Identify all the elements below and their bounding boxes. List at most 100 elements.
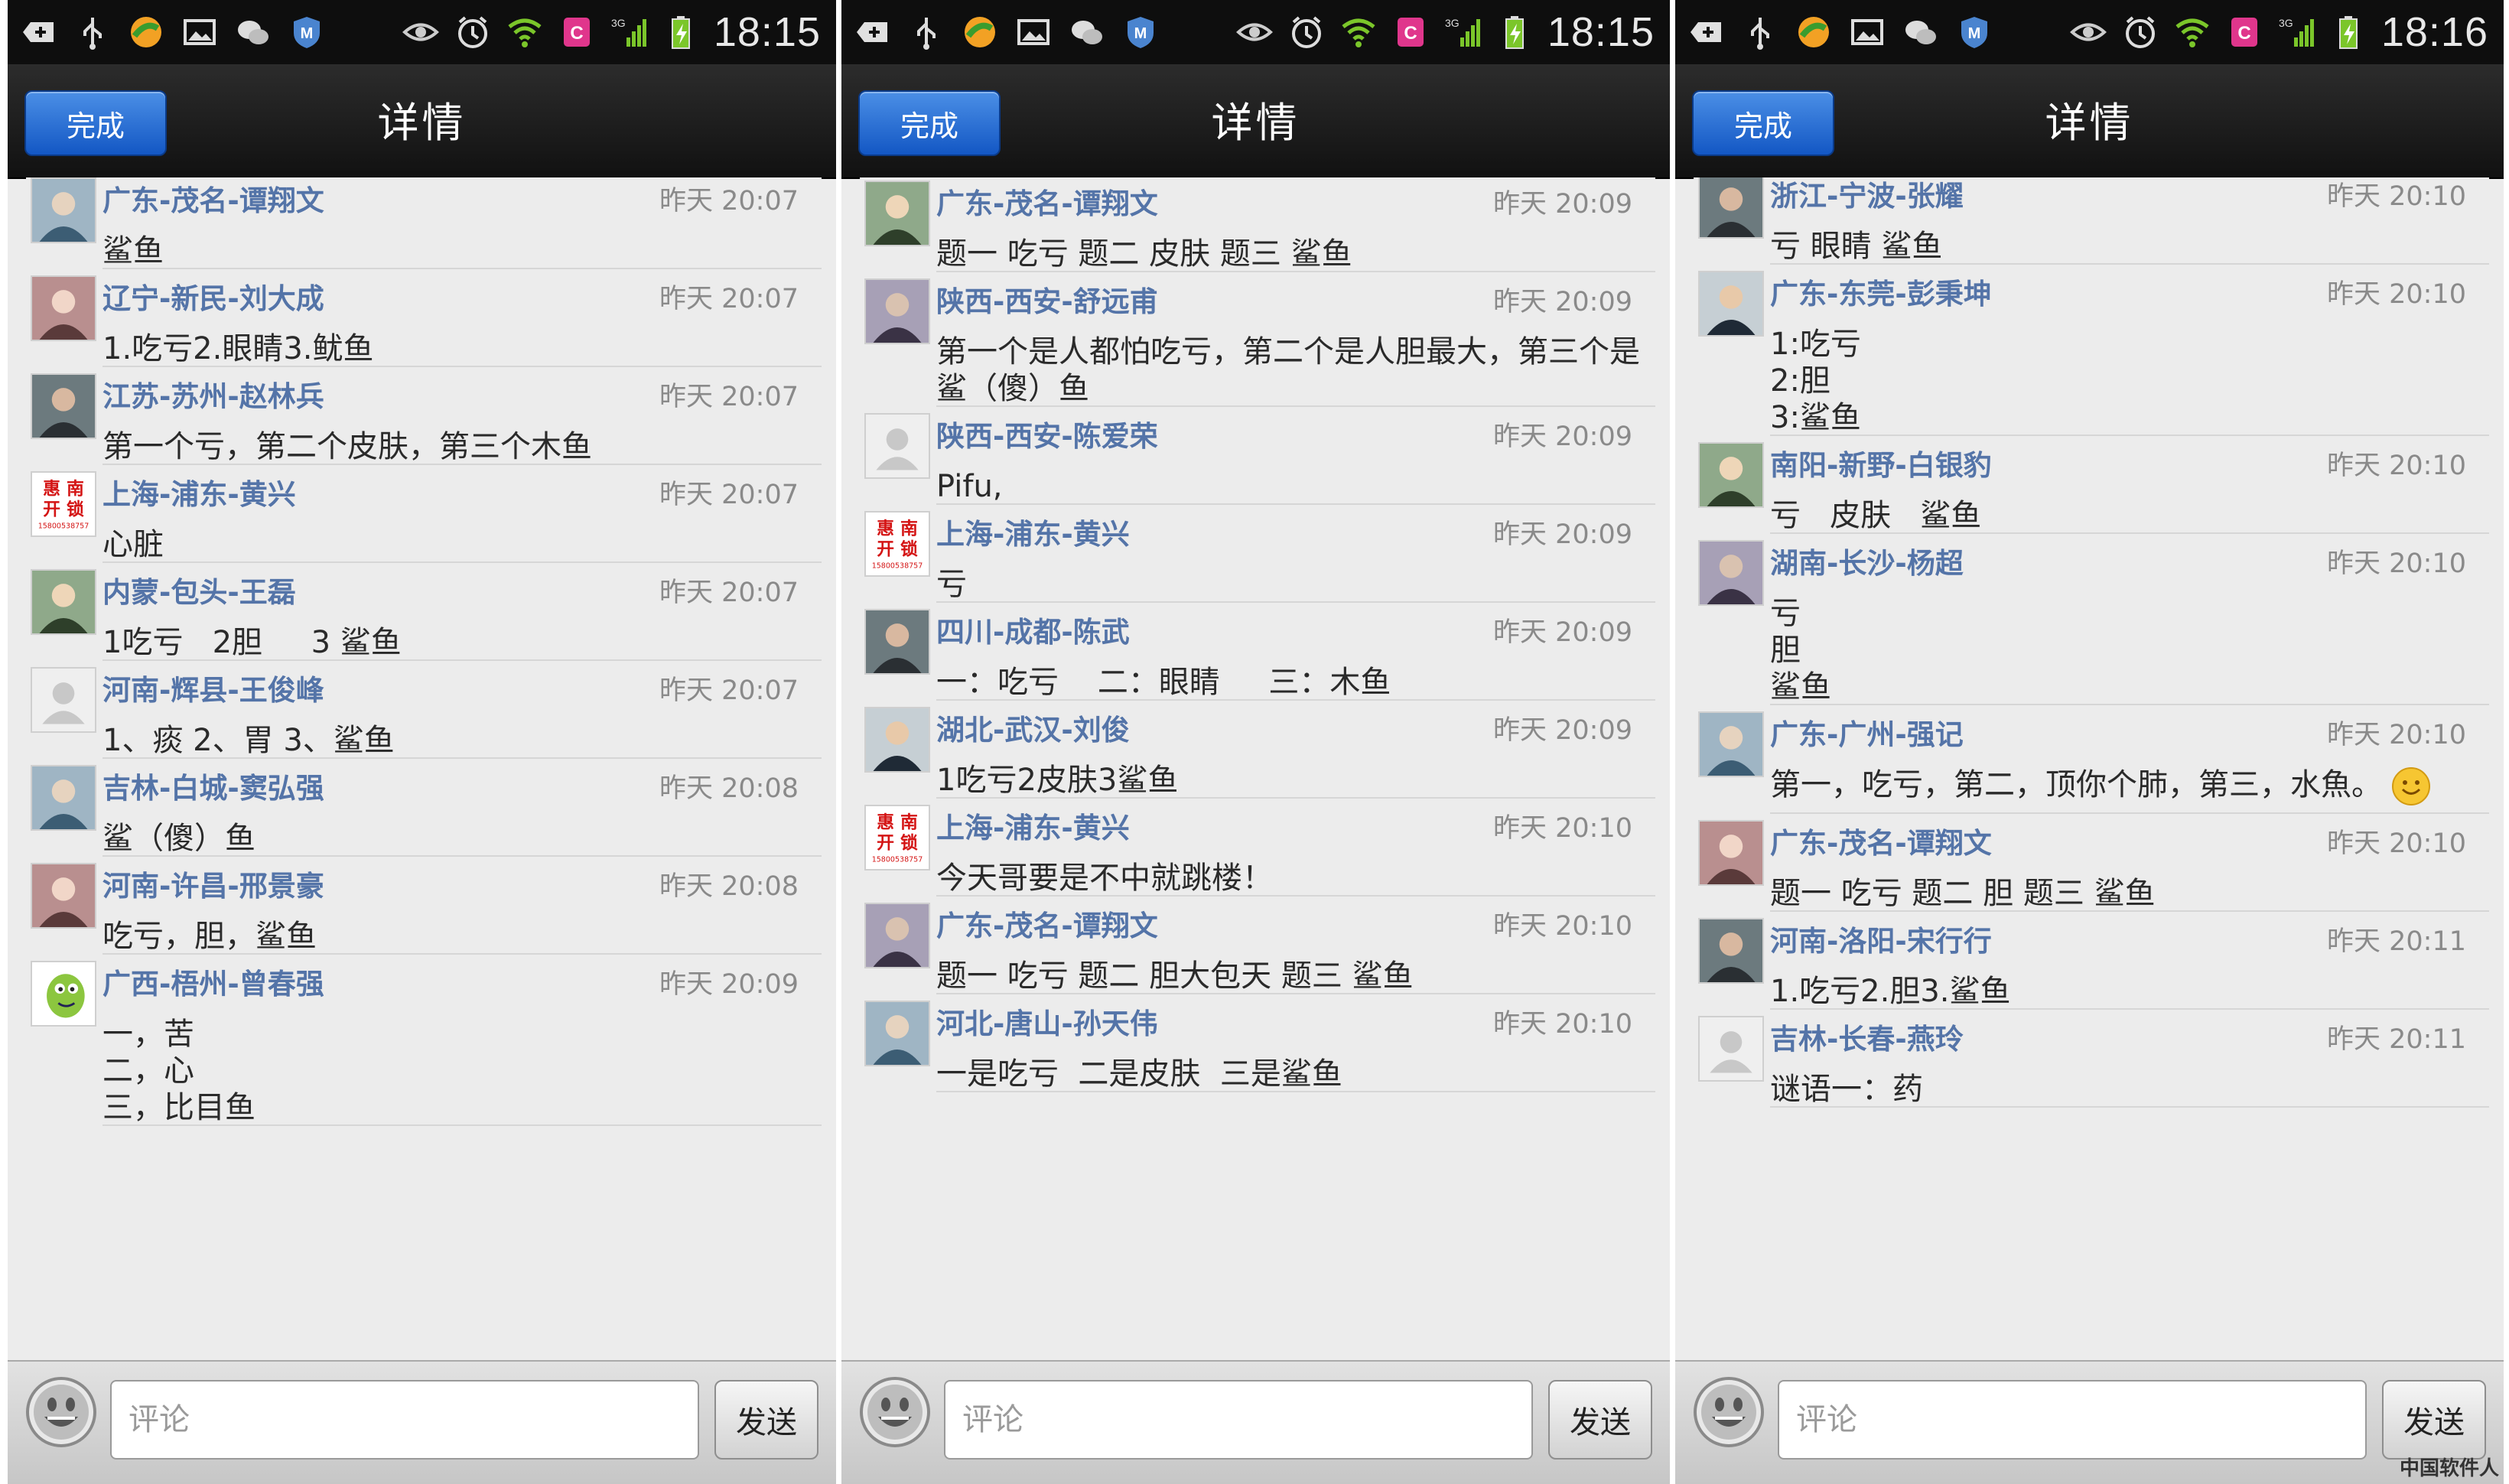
shield-m-icon: M bbox=[1121, 13, 1160, 51]
app-c-icon: C bbox=[2225, 13, 2263, 51]
user-avatar[interactable] bbox=[1698, 711, 1764, 777]
user-avatar[interactable] bbox=[1698, 540, 1764, 606]
phone-screen-3: M C 3G 18:16 完成 详情 浙江-宁波-张耀 昨天 20:10 亏 眼睛 鲨鱼… bbox=[1675, 0, 2504, 1484]
comment-item[interactable]: 惠 南开 锁 15800538757 上海-浦东-黄兴 昨天 20:07 心脏 bbox=[26, 465, 822, 563]
send-button[interactable]: 发送 bbox=[714, 1380, 818, 1460]
comment-item[interactable]: 吉林-长春-燕玲 昨天 20:11 谜语一：药 bbox=[1694, 1010, 2489, 1108]
comment-input[interactable] bbox=[110, 1380, 699, 1460]
user-avatar[interactable]: 惠 南开 锁 15800538757 bbox=[864, 511, 930, 577]
comment-author[interactable]: 陕西-西安-舒远甫 bbox=[936, 278, 1158, 320]
user-avatar[interactable]: 惠 南开 锁 15800538757 bbox=[31, 471, 96, 537]
user-avatar[interactable] bbox=[864, 1001, 930, 1066]
comment-item[interactable]: 河北-唐山-孙天伟 昨天 20:10 一是吃亏 二是皮肤 三是鲨鱼 bbox=[860, 994, 1655, 1092]
comment-item[interactable]: 四川-成都-陈武 昨天 20:09 一：吃亏 二：眼睛 三：木鱼 bbox=[860, 603, 1655, 701]
comment-item[interactable]: 河南-辉县-王俊峰 昨天 20:07 1、痰 2、胃 3、鲨鱼 bbox=[26, 661, 822, 759]
user-avatar[interactable] bbox=[31, 177, 96, 243]
user-avatar[interactable] bbox=[31, 569, 96, 635]
emoji-face-icon[interactable] bbox=[1692, 1375, 1765, 1449]
comment-item[interactable]: 惠 南开 锁 15800538757 上海-浦东-黄兴 昨天 20:10 今天哥要是不中… bbox=[860, 799, 1655, 897]
user-avatar[interactable] bbox=[31, 373, 96, 439]
comment-input[interactable] bbox=[1778, 1380, 2367, 1460]
emoji-face-icon[interactable] bbox=[24, 1375, 98, 1449]
user-avatar[interactable] bbox=[31, 667, 96, 733]
comment-item[interactable]: 湖南-长沙-杨超 昨天 20:10 亏 胆 鲨鱼 bbox=[1694, 534, 2489, 705]
comment-item[interactable]: 吉林-白城-窦弘强 昨天 20:08 鲨（傻）鱼 bbox=[26, 759, 822, 857]
comment-author[interactable]: 广东-茂名-谭翔文 bbox=[103, 177, 324, 219]
comment-author[interactable]: 浙江-宁波-张耀 bbox=[1770, 177, 1964, 214]
user-avatar[interactable] bbox=[864, 278, 930, 344]
comment-author[interactable]: 河南-洛阳-宋行行 bbox=[1770, 918, 1992, 959]
comment-item[interactable]: 南阳-新野-白银豹 昨天 20:10 亏 皮肤 鲨鱼 bbox=[1694, 436, 2489, 534]
comment-author[interactable]: 吉林-白城-窦弘强 bbox=[103, 765, 324, 806]
user-avatar[interactable] bbox=[864, 609, 930, 675]
user-avatar[interactable] bbox=[864, 707, 930, 773]
user-avatar[interactable] bbox=[1698, 442, 1764, 508]
user-avatar[interactable] bbox=[31, 961, 96, 1027]
comment-text: 亏 bbox=[936, 566, 1645, 603]
signal-3g-icon: 3G bbox=[1443, 13, 1482, 51]
comment-list[interactable]: 广东-茂名-谭翔文 昨天 20:09 题一 吃亏 题二 皮肤 题三 鲨鱼 陕西-西安-… bbox=[860, 177, 1655, 1360]
comment-item[interactable]: 惠 南开 锁 15800538757 上海-浦东-黄兴 昨天 20:09 亏 bbox=[860, 505, 1655, 603]
comment-input[interactable] bbox=[944, 1380, 1533, 1460]
comment-item[interactable]: 广东-茂名-谭翔文 昨天 20:07 鲨鱼 bbox=[26, 177, 822, 269]
comment-item[interactable]: 陕西-西安-陈爱荣 昨天 20:09 Pifu, bbox=[860, 407, 1655, 505]
comment-text: 鲨（傻）鱼 bbox=[103, 820, 811, 857]
comment-item[interactable]: 内蒙-包头-王磊 昨天 20:07 1吃亏 2胆 3 鲨鱼 bbox=[26, 563, 822, 661]
comment-text-content: 亏 bbox=[936, 567, 967, 602]
user-avatar[interactable] bbox=[1698, 177, 1764, 239]
send-button[interactable]: 发送 bbox=[1548, 1380, 1652, 1460]
comment-author[interactable]: 辽宁-新民-刘大成 bbox=[103, 275, 324, 317]
comment-item[interactable]: 江苏-苏州-赵林兵 昨天 20:07 第一个亏，第二个皮肤，第三个木鱼 bbox=[26, 367, 822, 465]
user-avatar[interactable] bbox=[31, 765, 96, 831]
comment-author[interactable]: 吉林-长春-燕玲 bbox=[1770, 1016, 1964, 1057]
user-avatar[interactable] bbox=[31, 275, 96, 341]
comment-author[interactable]: 河南-辉县-王俊峰 bbox=[103, 667, 324, 708]
user-avatar[interactable] bbox=[1698, 271, 1764, 337]
comment-list[interactable]: 广东-茂名-谭翔文 昨天 20:07 鲨鱼 辽宁-新民-刘大成 昨天 20:07 1.吃亏… bbox=[26, 177, 822, 1360]
comment-author[interactable]: 广西-梧州-曾春强 bbox=[103, 961, 324, 1002]
comment-author[interactable]: 湖南-长沙-杨超 bbox=[1770, 540, 1964, 581]
comment-item[interactable]: 湖北-武汉-刘俊 昨天 20:09 1吃亏2皮肤3鲨鱼 bbox=[860, 701, 1655, 799]
comment-author[interactable]: 上海-浦东-黄兴 bbox=[936, 805, 1130, 846]
comment-item[interactable]: 广东-广州-强记 昨天 20:10 第一，吃亏，第二，顶你个肺，第三，水魚。 bbox=[1694, 705, 2489, 814]
comment-item[interactable]: 广东-茂名-谭翔文 昨天 20:09 题一 吃亏 题二 皮肤 题三 鲨鱼 bbox=[860, 177, 1655, 272]
comment-author[interactable]: 广东-茂名-谭翔文 bbox=[936, 903, 1158, 944]
comment-author[interactable]: 河南-许昌-邢景豪 bbox=[103, 863, 324, 904]
user-avatar[interactable] bbox=[864, 903, 930, 968]
comment-item[interactable]: 广西-梧州-曾春强 昨天 20:09 一，苦 二，心 三，比目鱼 bbox=[26, 955, 822, 1126]
comment-item[interactable]: 河南-洛阳-宋行行 昨天 20:11 1.吃亏2.胆3.鲨鱼 bbox=[1694, 912, 2489, 1010]
comment-author[interactable]: 广东-东莞-彭秉坤 bbox=[1770, 271, 1992, 312]
comment-item[interactable]: 广东-茂名-谭翔文 昨天 20:10 题一 吃亏 题二 胆大包天 题三 鲨鱼 bbox=[860, 897, 1655, 994]
comment-item[interactable]: 河南-许昌-邢景豪 昨天 20:08 吃亏，胆，鲨鱼 bbox=[26, 857, 822, 955]
user-avatar[interactable] bbox=[1698, 820, 1764, 886]
comment-item[interactable]: 陕西-西安-舒远甫 昨天 20:09 第一个是人都怕吃亏，第二个是人胆最大，第三个是… bbox=[860, 272, 1655, 407]
user-avatar[interactable] bbox=[1698, 918, 1764, 984]
comment-author[interactable]: 四川-成都-陈武 bbox=[936, 609, 1130, 650]
send-button[interactable]: 发送 bbox=[2382, 1380, 2486, 1460]
comment-author[interactable]: 广东-广州-强记 bbox=[1770, 711, 1964, 753]
comment-item[interactable]: 辽宁-新民-刘大成 昨天 20:07 1.吃亏2.眼睛3.鱿鱼 bbox=[26, 269, 822, 367]
user-avatar[interactable] bbox=[864, 181, 930, 246]
comment-item[interactable]: 广东-茂名-谭翔文 昨天 20:10 题一 吃亏 题二 胆 题三 鲨鱼 bbox=[1694, 814, 2489, 912]
comment-author[interactable]: 广东-茂名-谭翔文 bbox=[1770, 820, 1992, 861]
emoji-face-icon[interactable] bbox=[858, 1375, 932, 1449]
comment-author[interactable]: 上海-浦东-黄兴 bbox=[103, 471, 296, 513]
comment-author[interactable]: 湖北-武汉-刘俊 bbox=[936, 707, 1130, 748]
user-avatar[interactable] bbox=[31, 863, 96, 929]
comment-item[interactable]: 广东-东莞-彭秉坤 昨天 20:10 1:吃亏 2:胆 3:鲨鱼 bbox=[1694, 265, 2489, 436]
comment-author[interactable]: 河北-唐山-孙天伟 bbox=[936, 1001, 1158, 1042]
comment-author[interactable]: 上海-浦东-黄兴 bbox=[936, 511, 1130, 552]
comment-author[interactable]: 江苏-苏州-赵林兵 bbox=[103, 373, 324, 415]
comment-author[interactable]: 南阳-新野-白银豹 bbox=[1770, 442, 1992, 483]
comment-time: 昨天 20:08 bbox=[659, 871, 799, 902]
comment-list[interactable]: 浙江-宁波-张耀 昨天 20:10 亏 眼睛 鲨鱼 广东-东莞-彭秉坤 昨天 20:10… bbox=[1694, 177, 2489, 1360]
comment-author[interactable]: 内蒙-包头-王磊 bbox=[103, 569, 296, 610]
comment-text-content: 亏 皮肤 鲨鱼 bbox=[1770, 498, 1982, 533]
comment-author[interactable]: 陕西-西安-陈爱荣 bbox=[936, 413, 1158, 454]
user-avatar[interactable] bbox=[864, 413, 930, 479]
comment-time: 昨天 20:09 bbox=[1493, 421, 1632, 452]
comment-item[interactable]: 浙江-宁波-张耀 昨天 20:10 亏 眼睛 鲨鱼 bbox=[1694, 177, 2489, 265]
comment-author[interactable]: 广东-茂名-谭翔文 bbox=[936, 181, 1158, 222]
user-avatar[interactable]: 惠 南开 锁 15800538757 bbox=[864, 805, 930, 871]
user-avatar[interactable] bbox=[1698, 1016, 1764, 1082]
